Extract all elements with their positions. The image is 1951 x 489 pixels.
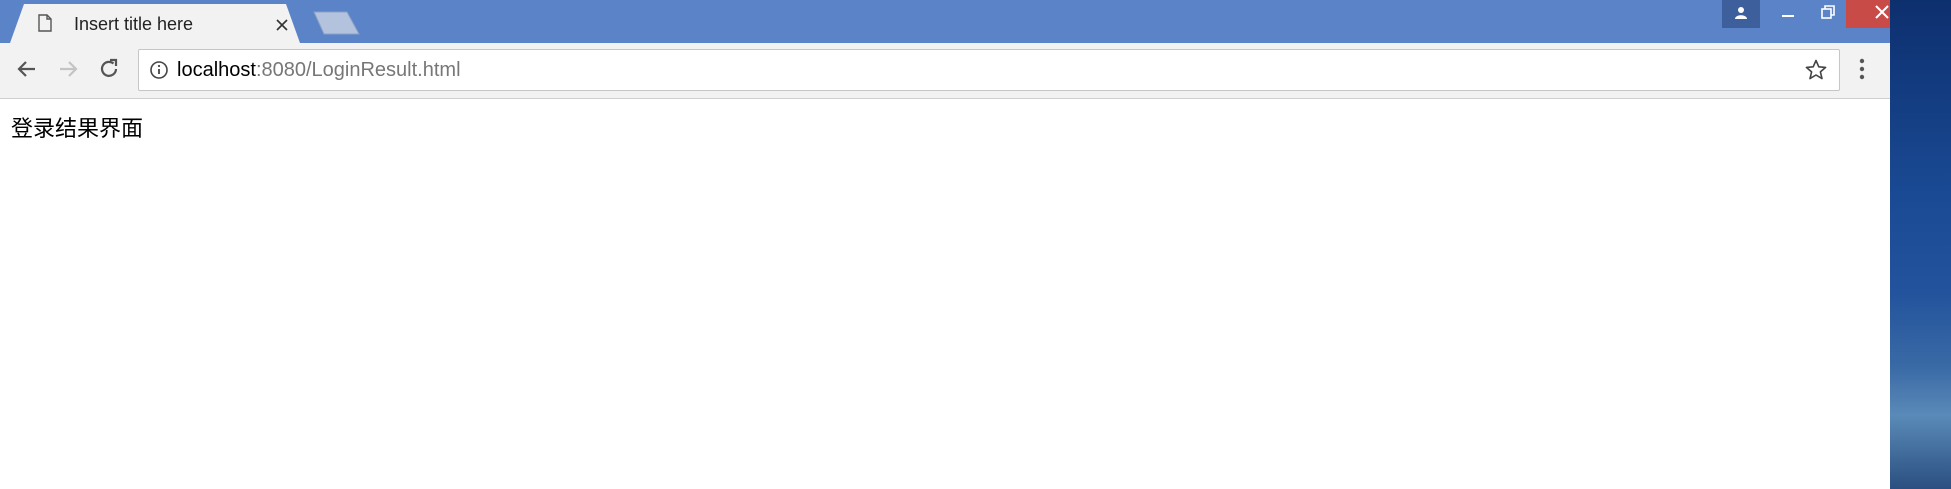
new-tab-icon[interactable]: [313, 11, 361, 39]
maximize-button[interactable]: [1810, 0, 1846, 28]
url-host: localhost: [177, 59, 256, 81]
tab-title: Insert title here: [74, 14, 194, 34]
back-button[interactable]: [13, 57, 41, 85]
reload-button[interactable]: [95, 57, 123, 85]
close-icon: [1874, 4, 1890, 24]
arrow-left-icon: [15, 57, 39, 85]
restore-icon: [1820, 4, 1836, 24]
close-icon[interactable]: [275, 17, 289, 36]
title-bar: Insert title here: [0, 0, 1920, 43]
url-path: :8080/LoginResult.html: [255, 59, 461, 81]
person-icon: [1734, 5, 1748, 24]
profile-button[interactable]: [1722, 0, 1760, 28]
forward-button[interactable]: [54, 57, 82, 85]
menu-button[interactable]: [1848, 57, 1876, 85]
kebab-menu-icon: [1858, 58, 1866, 84]
star-icon[interactable]: [1804, 58, 1828, 86]
tab-active[interactable]: Insert title here: [10, 4, 300, 43]
page-content: 登录结果界面: [0, 99, 1890, 489]
document-icon: [38, 14, 52, 36]
reload-icon: [97, 57, 121, 85]
info-icon[interactable]: [149, 60, 169, 84]
page-heading: 登录结果界面: [11, 117, 144, 142]
minimize-icon: [1780, 4, 1796, 24]
toolbar: localhost:8080/LoginResult.html: [0, 43, 1920, 99]
arrow-right-icon: [56, 57, 80, 85]
browser-window: Insert title here localhost:8080/LoginRe…: [0, 0, 1920, 489]
minimize-button[interactable]: [1770, 0, 1806, 28]
desktop-wallpaper: [1890, 0, 1951, 489]
address-bar[interactable]: localhost:8080/LoginResult.html: [138, 49, 1840, 91]
url-text[interactable]: localhost:8080/LoginResult.html: [177, 59, 461, 82]
